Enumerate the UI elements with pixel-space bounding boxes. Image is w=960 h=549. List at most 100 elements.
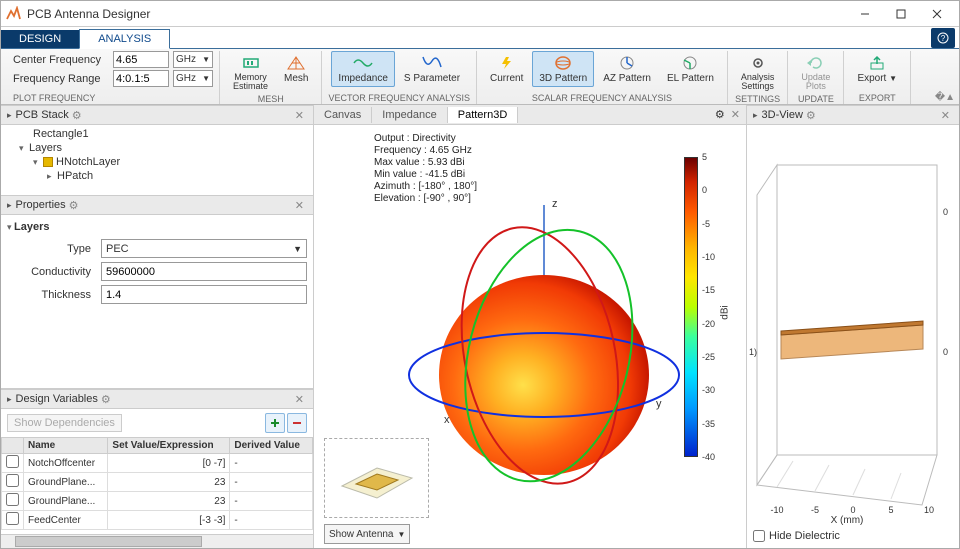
pattern3d-canvas[interactable]: Output : Directivity Frequency : 4.65 GH… bbox=[314, 125, 746, 548]
freq-range-label: Frequency Range bbox=[13, 73, 109, 85]
layer-color-icon bbox=[43, 157, 53, 167]
table-row[interactable]: FeedCenter[-3 -3]- bbox=[2, 511, 313, 530]
impedance-button[interactable]: Impedance bbox=[331, 51, 394, 87]
window-title: PCB Antenna Designer bbox=[27, 7, 847, 21]
export-icon bbox=[866, 54, 888, 72]
s-parameter-button[interactable]: S Parameter bbox=[397, 51, 467, 87]
panel-close-icon[interactable]: ✕ bbox=[292, 109, 307, 122]
hide-dielectric-checkbox[interactable] bbox=[753, 530, 765, 542]
svg-text:0: 0 bbox=[943, 207, 948, 217]
properties-header: ▸ Properties ⚙ ✕ bbox=[1, 195, 313, 215]
design-vars-table[interactable]: Name Set Value/Expression Derived Value … bbox=[1, 437, 313, 534]
doc-close-icon[interactable]: ✕ bbox=[725, 108, 746, 121]
pcb-stack-tree[interactable]: Rectangle1 ▾Layers ▾HNotchLayer ▸HPatch bbox=[1, 125, 313, 195]
center-freq-unit[interactable]: GHz▼ bbox=[173, 51, 213, 68]
remove-variable-button[interactable] bbox=[287, 413, 307, 433]
hide-dielectric-label: Hide Dielectric bbox=[769, 530, 840, 542]
close-button[interactable] bbox=[919, 2, 955, 26]
current-icon bbox=[496, 54, 518, 72]
analysis-settings-button[interactable]: Analysis Settings bbox=[734, 51, 782, 94]
svg-text:-5: -5 bbox=[811, 505, 819, 515]
center-freq-label: Center Frequency bbox=[13, 54, 109, 66]
group-export: EXPORT bbox=[859, 93, 896, 104]
table-row[interactable]: GroundPlane...23- bbox=[2, 492, 313, 511]
row-checkbox[interactable] bbox=[6, 512, 19, 525]
panel-gear-icon[interactable]: ⚙ bbox=[66, 199, 82, 212]
svg-text:z: z bbox=[552, 198, 558, 210]
memory-icon bbox=[240, 54, 262, 72]
svg-text:5: 5 bbox=[888, 505, 893, 515]
tab-pattern3d[interactable]: Pattern3D bbox=[448, 107, 519, 123]
panel-close-icon[interactable]: ✕ bbox=[938, 109, 953, 122]
svg-text:y: y bbox=[656, 398, 662, 410]
panel-gear-icon[interactable]: ⚙ bbox=[98, 393, 114, 406]
table-row[interactable]: NotchOffcenter[0 -7]- bbox=[2, 454, 313, 473]
svg-text:x: x bbox=[444, 414, 450, 426]
panel-close-icon[interactable]: ✕ bbox=[292, 393, 307, 406]
type-label: Type bbox=[7, 243, 101, 255]
export-button[interactable]: Export ▼ bbox=[850, 51, 904, 87]
collapse-icon[interactable]: ▸ bbox=[7, 110, 12, 121]
horizontal-scrollbar[interactable] bbox=[1, 534, 313, 548]
table-row[interactable]: GroundPlane...23- bbox=[2, 473, 313, 492]
type-select[interactable]: PEC▼ bbox=[101, 239, 307, 258]
svg-text:0: 0 bbox=[943, 347, 948, 357]
panel-gear-icon[interactable]: ⚙ bbox=[803, 109, 819, 122]
tab-canvas[interactable]: Canvas bbox=[314, 107, 372, 123]
3d-view-canvas[interactable]: 0 0 1) -10-50510 X (mm) Hide Dielectric bbox=[747, 125, 959, 548]
toolstrip: Center Frequency GHz▼ Frequency Range GH… bbox=[1, 49, 959, 105]
collapse-icon[interactable]: ▸ bbox=[7, 200, 12, 211]
center-freq-input[interactable] bbox=[113, 51, 169, 68]
memory-estimate-button[interactable]: Memory Estimate bbox=[226, 51, 275, 94]
thickness-input[interactable] bbox=[101, 285, 307, 304]
3d-pattern-button[interactable]: 3D Pattern bbox=[532, 51, 594, 87]
document-tabs: Canvas Impedance Pattern3D ⚙ ✕ bbox=[314, 105, 746, 125]
el-pattern-icon bbox=[679, 54, 701, 72]
group-sfa: SCALAR FREQUENCY ANALYSIS bbox=[532, 93, 672, 104]
3d-pattern-plot: z bbox=[404, 185, 684, 485]
tree-node: ▾Layers bbox=[5, 141, 309, 155]
tree-node: ▾HNotchLayer bbox=[5, 155, 309, 169]
row-checkbox[interactable] bbox=[6, 493, 19, 506]
panel-gear-icon[interactable]: ⚙ bbox=[69, 109, 85, 122]
refresh-icon bbox=[805, 54, 827, 72]
group-plot-frequency: PLOT FREQUENCY bbox=[13, 93, 95, 104]
tab-analysis[interactable]: ANALYSIS bbox=[79, 29, 170, 49]
tree-node: ▸HPatch bbox=[5, 169, 309, 183]
update-plots-button[interactable]: Update Plots bbox=[794, 51, 837, 94]
toolstrip-expand-handle[interactable]: �▲ bbox=[935, 92, 955, 103]
collapse-icon[interactable]: ▸ bbox=[7, 394, 12, 405]
add-variable-button[interactable] bbox=[265, 413, 285, 433]
freq-range-unit[interactable]: GHz▼ bbox=[173, 70, 213, 87]
el-pattern-button[interactable]: EL Pattern bbox=[660, 51, 721, 87]
panel-close-icon[interactable]: ✕ bbox=[292, 199, 307, 212]
mesh-button[interactable]: Mesh bbox=[277, 51, 315, 94]
current-button[interactable]: Current bbox=[483, 51, 530, 87]
doc-gear-icon[interactable]: ⚙ bbox=[715, 108, 725, 121]
az-pattern-icon bbox=[616, 54, 638, 72]
memory-label: Memory Estimate bbox=[233, 73, 268, 91]
collapse-icon[interactable]: ▸ bbox=[753, 110, 758, 121]
maximize-button[interactable] bbox=[883, 2, 919, 26]
title-bar: PCB Antenna Designer bbox=[1, 1, 959, 27]
tab-impedance[interactable]: Impedance bbox=[372, 107, 447, 123]
3d-pattern-icon bbox=[552, 54, 574, 72]
minimize-button[interactable] bbox=[847, 2, 883, 26]
colorbar: 50-5-10-15-20-25-30-35-40 dBi bbox=[684, 157, 726, 467]
show-dependencies-button[interactable]: Show Dependencies bbox=[7, 414, 122, 432]
toolstrip-tabs: DESIGN ANALYSIS ? bbox=[1, 27, 959, 49]
thickness-label: Thickness bbox=[7, 289, 101, 301]
az-pattern-button[interactable]: AZ Pattern bbox=[596, 51, 658, 87]
row-checkbox[interactable] bbox=[6, 455, 19, 468]
antenna-preview[interactable] bbox=[324, 438, 429, 518]
3d-view-header: ▸ 3D-View ⚙ ✕ bbox=[747, 105, 959, 125]
group-mesh: MESH bbox=[258, 94, 284, 105]
help-button[interactable]: ? bbox=[931, 28, 955, 48]
tab-design[interactable]: DESIGN bbox=[1, 30, 79, 48]
row-checkbox[interactable] bbox=[6, 474, 19, 487]
show-antenna-dropdown[interactable]: Show Antenna▼ bbox=[324, 524, 410, 544]
conductivity-input[interactable] bbox=[101, 262, 307, 281]
freq-range-input[interactable] bbox=[113, 70, 169, 87]
svg-text:10: 10 bbox=[924, 505, 934, 515]
gear-icon bbox=[747, 54, 769, 72]
